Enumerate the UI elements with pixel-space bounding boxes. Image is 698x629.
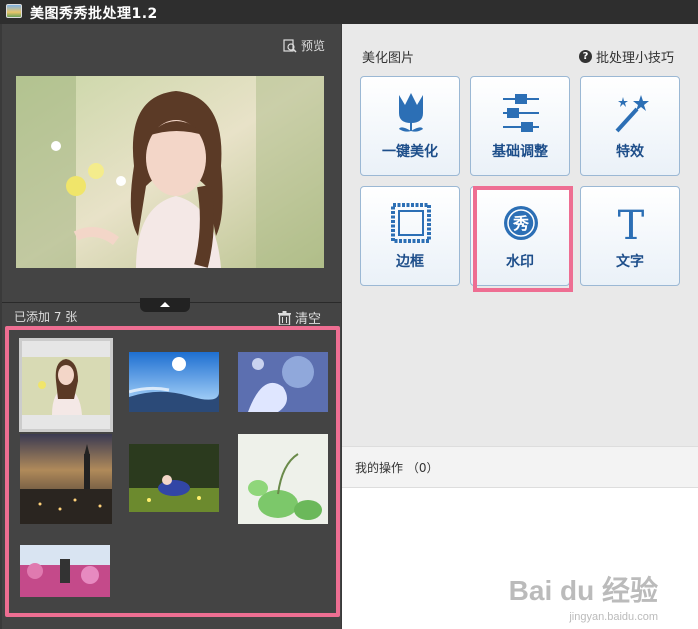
clear-label: 清空	[294, 312, 321, 327]
tool-label: 特效	[616, 144, 644, 160]
preview-label: 预览	[300, 39, 325, 53]
thumbnail-4[interactable]	[20, 434, 112, 524]
title-bar: 美图秀秀批处理1.2	[0, 0, 698, 24]
my-operations-bar: 我的操作 （0）	[342, 446, 698, 488]
baidu-watermark-url: jingyan.baidu.com	[569, 611, 658, 623]
text-icon: T	[618, 203, 645, 245]
trash-icon	[277, 310, 291, 325]
magic-wand-icon	[615, 95, 649, 133]
tool-frame[interactable]: 边框	[360, 186, 460, 286]
thumbnail-6[interactable]	[238, 434, 328, 524]
tool-label: 基础调整	[492, 144, 548, 160]
tulip-icon	[399, 93, 423, 132]
app-icon	[6, 4, 22, 18]
tool-label: 边框	[396, 254, 424, 270]
left-panel: 预览 已添加 7 张 清空	[2, 24, 341, 629]
svg-text:T: T	[618, 203, 645, 245]
tool-text[interactable]: T 文字	[580, 186, 680, 286]
watermark-highlight-box	[473, 186, 573, 292]
clear-button[interactable]: 清空	[277, 308, 321, 327]
preview-icon	[283, 38, 297, 53]
window-title: 美图秀秀批处理1.2	[30, 6, 158, 22]
tool-effects[interactable]: 特效	[580, 76, 680, 176]
tool-basic-adjust[interactable]: 基础调整	[470, 76, 570, 176]
section-title: 美化图片	[362, 51, 415, 66]
right-panel: 美化图片 ? 批处理小技巧 一键美化 基础调整 特效 边框 秀 水印 T 文字 …	[342, 24, 698, 629]
my-operations-label: 我的操作 （0）	[355, 461, 439, 475]
tool-one-click-beautify[interactable]: 一键美化	[360, 76, 460, 176]
added-count: 已添加 7 张	[14, 310, 78, 324]
thumbnail-3[interactable]	[238, 352, 328, 412]
preview-image	[16, 76, 324, 268]
thumbnail-1[interactable]	[19, 338, 113, 432]
baidu-watermark: Bai du 经验	[508, 575, 658, 606]
tips-label: 批处理小技巧	[595, 51, 674, 66]
frame-icon	[391, 203, 431, 243]
tips-link[interactable]: ? 批处理小技巧	[578, 47, 674, 66]
thumbnail-7[interactable]	[20, 545, 110, 597]
thumbnail-2[interactable]	[129, 352, 219, 412]
preview-button[interactable]: 预览	[283, 37, 325, 54]
help-icon: ?	[578, 50, 592, 63]
thumbnail-list	[5, 326, 340, 617]
collapse-toggle[interactable]	[140, 298, 190, 312]
tool-label: 一键美化	[382, 144, 438, 160]
sliders-icon	[503, 94, 539, 132]
tool-label: 文字	[616, 254, 644, 270]
thumbnail-5[interactable]	[129, 444, 219, 512]
beautify-section: 美化图片 ? 批处理小技巧 一键美化 基础调整 特效 边框 秀 水印 T 文字	[342, 24, 698, 446]
